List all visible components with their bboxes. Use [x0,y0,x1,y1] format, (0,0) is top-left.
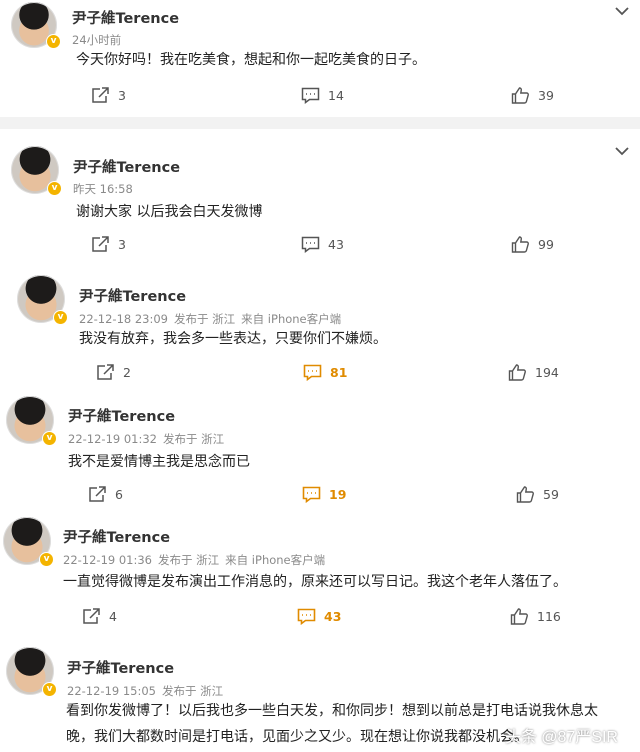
comment-button[interactable]: 81 [303,364,347,381]
post-divider [0,117,640,129]
post-time: 昨天 16:58 [73,182,133,196]
share-icon [89,486,106,502]
verified-badge-icon: v [46,34,61,49]
share-icon [92,236,109,252]
repost-button[interactable]: 4 [82,608,117,625]
post-text: 今天你好吗！我在吃美食，想起和你一起吃美食的日子。 [76,52,426,68]
post-text: 我不是爱情博主我是思念而已 [68,454,250,470]
weibo-post: v 尹子維Terence 昨天 16:58 谢谢大家 以后我会白天发微博 3 4… [0,129,640,264]
username[interactable]: 尹子維Terence [73,156,180,177]
post-time: 24小时前 [72,33,122,47]
repost-button[interactable]: 6 [88,486,123,503]
comment-button[interactable]: 43 [297,608,341,625]
post-text: 谢谢大家 以后我会白天发微博 [76,204,263,220]
thumbs-up-icon [510,608,528,625]
share-icon [83,608,100,624]
username[interactable]: 尹子維Terence [67,657,174,678]
thumbs-up-icon [516,486,534,503]
like-button[interactable]: 194 [508,364,559,381]
verified-badge-icon: v [47,181,62,196]
post-text: 一直觉得微博是发布演出工作消息的，原来还可以写日记。我这个老年人落伍了。 [63,574,567,590]
weibo-post: v 尹子維Terence 22-12-19 01:32 发布于 浙江 我不是爱情博… [0,394,640,512]
username[interactable]: 尹子維Terence [63,526,170,547]
verified-badge-icon: v [42,431,57,446]
comment-button[interactable]: 19 [302,486,346,503]
post-text-line: 看到你发微博了！以后我也多一些白天发，和你同步！想到以前总是打电话说我休息太 [66,703,598,719]
comment-icon [301,87,320,104]
comment-icon [301,236,320,253]
like-button[interactable]: 39 [511,87,554,104]
post-meta: 22-12-18 23:09 发布于 浙江 来自 iPhone客户端 [79,312,342,326]
comment-icon [297,608,316,625]
chevron-down-icon[interactable] [612,144,632,158]
weibo-post: v 尹子維Terence 24小时前 今天你好吗！我在吃美食，想起和你一起吃美食… [0,0,640,118]
comment-icon [302,486,321,503]
like-button[interactable]: 59 [516,486,559,503]
post-meta: 22-12-19 01:32 发布于 浙江 [68,432,225,446]
like-button[interactable]: 116 [510,608,561,625]
username[interactable]: 尹子維Terence [72,7,179,28]
verified-badge-icon: v [53,310,68,325]
post-meta: 22-12-19 01:36 发布于 浙江 来自 iPhone客户端 [63,553,326,567]
username[interactable]: 尹子維Terence [79,285,186,306]
share-icon [97,364,114,380]
comment-icon [303,364,322,381]
comment-button[interactable]: 43 [301,236,344,253]
like-button[interactable]: 99 [511,236,554,253]
weibo-post: v 尹子維Terence 22-12-19 01:36 发布于 浙江 来自 iPho… [0,512,640,642]
verified-badge-icon: v [39,552,54,567]
repost-button[interactable]: 3 [91,87,126,104]
repost-button[interactable]: 3 [91,236,126,253]
thumbs-up-icon [508,364,526,381]
verified-badge-icon: v [42,682,57,697]
comment-button[interactable]: 14 [301,87,344,104]
repost-button[interactable]: 2 [96,364,131,381]
chevron-down-icon[interactable] [612,4,632,18]
weibo-post: v 尹子維Terence 22-12-18 23:09 发布于 浙江 来自 iPho… [0,264,640,394]
watermark: 头条 @87严SIR [504,729,618,746]
post-text: 我没有放弃，我会多一些表达，只要你们不嫌烦。 [79,331,387,347]
post-meta: 22-12-19 15:05 发布于 浙江 [67,684,224,698]
username[interactable]: 尹子維Terence [68,405,175,426]
thumbs-up-icon [511,236,529,253]
thumbs-up-icon [511,87,529,104]
share-icon [92,87,109,103]
